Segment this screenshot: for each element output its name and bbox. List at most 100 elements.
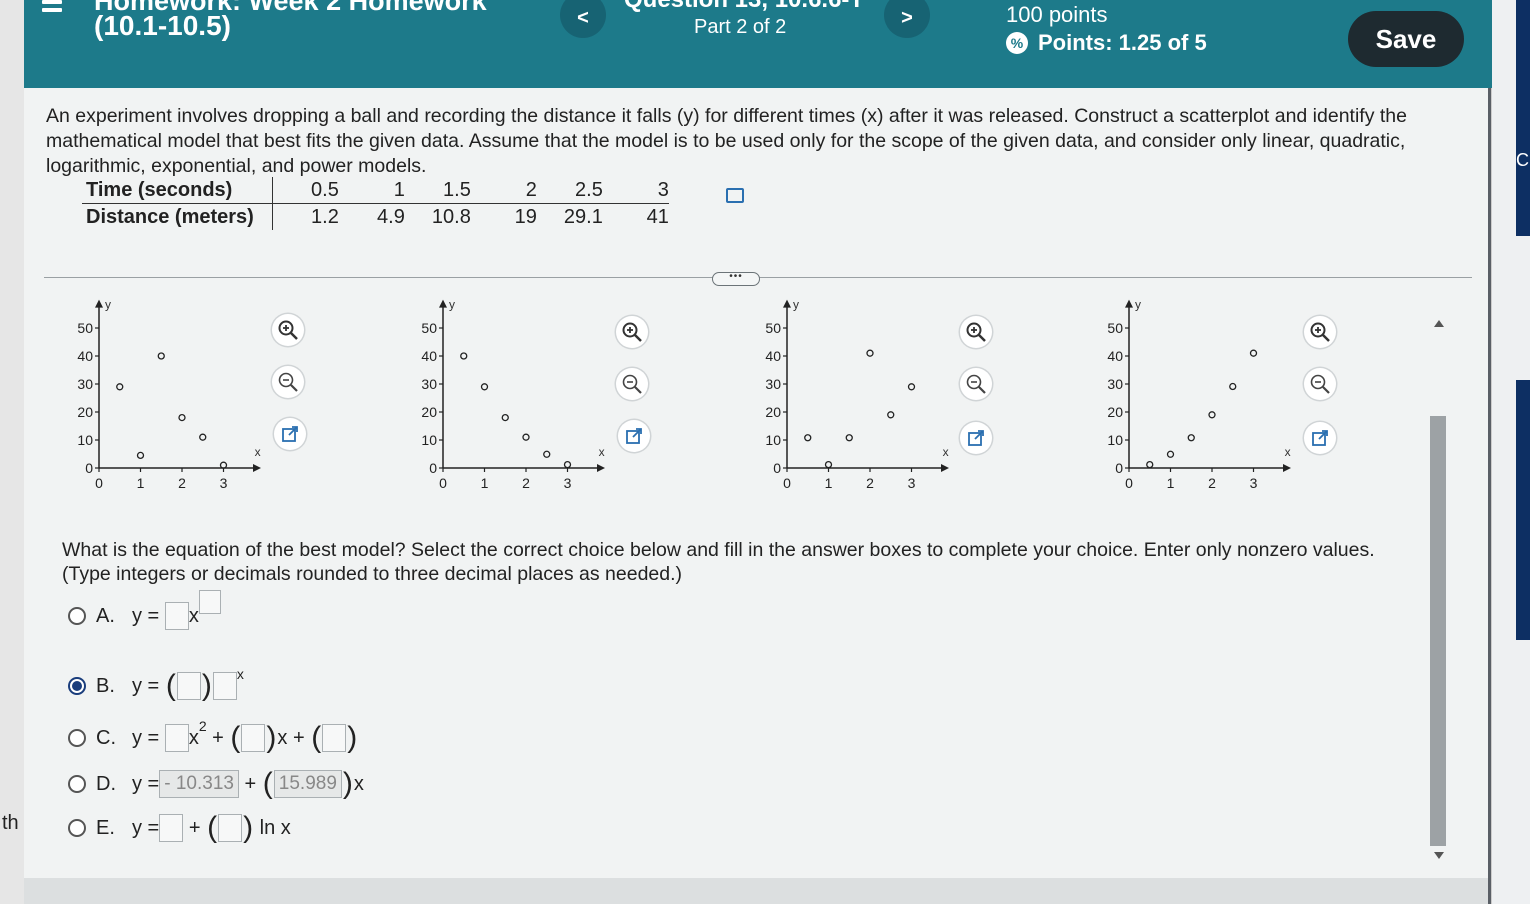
right-window-edge: C — [1491, 0, 1530, 904]
question-hint: (Type integers or decimals rounded to th… — [62, 563, 683, 585]
points-total: 100 points — [1006, 2, 1108, 27]
y-tick-label: 10 — [1107, 432, 1123, 448]
zoom-out-icon[interactable] — [1304, 368, 1336, 400]
choice-d[interactable]: D. y = - 10.313 + (15.989) x — [68, 769, 364, 799]
homework-subtitle: (10.1-10.5) — [94, 10, 231, 41]
choice-c-x: x — [188, 726, 199, 749]
x-tick-label: 2 — [178, 475, 186, 491]
time-cell: 3 — [602, 177, 669, 204]
scrollbar[interactable] — [1428, 316, 1450, 876]
y-tick-label: 0 — [1115, 460, 1123, 476]
y-tick-label: 50 — [1107, 320, 1123, 336]
next-question-button[interactable]: > — [884, 0, 930, 38]
graph-option-1[interactable]: x y 50 40 30 20 10 0 0 1 2 3 — [64, 297, 304, 510]
choice-a[interactable]: A. y = x — [68, 590, 221, 630]
answer-box-c-b[interactable] — [241, 724, 266, 752]
answer-box-e-b[interactable] — [218, 814, 243, 842]
data-point — [1187, 434, 1195, 442]
menu-icon[interactable] — [42, 0, 62, 22]
chevron-left-icon: < — [577, 6, 589, 29]
zoom-in-icon[interactable] — [1304, 316, 1336, 348]
zoom-in-icon[interactable] — [960, 316, 992, 348]
y-tick-label: 40 — [765, 348, 781, 364]
graph-option-2[interactable]: x y 50 40 30 20 10 0 0 1 2 3 — [408, 297, 648, 510]
open-external-icon[interactable] — [618, 420, 650, 452]
data-point — [563, 460, 572, 469]
data-point — [1229, 382, 1237, 391]
zoom-out-icon[interactable] — [960, 368, 992, 400]
distance-cell: 19 — [514, 205, 537, 228]
y-tick-label: 10 — [421, 432, 437, 448]
time-row: Time (seconds) 0.5 1 1.5 2 2.5 3 — [82, 177, 669, 204]
graph-option-3[interactable]: x y 50 40 30 20 10 0 0 1 2 3 — [752, 297, 992, 510]
y-axis-arrow — [783, 299, 791, 308]
choice-e-radio[interactable] — [68, 819, 86, 837]
x-tick-label: 2 — [522, 475, 530, 491]
open-external-icon[interactable] — [274, 418, 306, 450]
data-point — [199, 433, 207, 441]
choice-b[interactable]: B. y = () x — [68, 666, 244, 701]
choice-d-plus: + — [244, 772, 257, 795]
y-tick-label: 30 — [77, 376, 93, 392]
answer-box-a-coefficient[interactable] — [164, 602, 189, 630]
choice-c-letter: C. — [96, 726, 116, 749]
answer-box-b-base[interactable] — [212, 672, 237, 700]
answer-box-d-slope: 15.989 — [273, 770, 342, 798]
zoom-out-icon[interactable] — [272, 366, 304, 398]
choice-e[interactable]: E. y = + () ln x — [68, 813, 291, 843]
open-external-icon[interactable] — [1304, 422, 1336, 454]
choice-b-radio[interactable] — [68, 677, 86, 695]
right-edge-panel-bottom — [1516, 380, 1530, 640]
y-tick-label: 50 — [765, 320, 781, 336]
y-tick-label: 20 — [1107, 404, 1123, 420]
time-cell: 2 — [470, 177, 537, 204]
copy-data-icon[interactable] — [726, 188, 744, 203]
save-button[interactable]: Save — [1348, 11, 1464, 67]
open-external-icon[interactable] — [960, 422, 992, 454]
answer-box-a-exponent[interactable] — [198, 590, 221, 614]
choice-a-radio[interactable] — [68, 607, 86, 625]
answer-box-b-coefficient[interactable] — [176, 672, 201, 700]
zoom-in-icon[interactable] — [616, 316, 648, 348]
y-tick-label: 30 — [1107, 376, 1123, 392]
scroll-down-icon[interactable] — [1434, 852, 1444, 859]
answer-box-c-c[interactable] — [322, 724, 347, 752]
expand-handle[interactable]: ••• — [712, 272, 760, 286]
x-axis-label: x — [599, 445, 605, 459]
scroll-up-icon[interactable] — [1434, 320, 1444, 327]
time-cell: 2.5 — [536, 177, 603, 204]
answer-box-c-a[interactable] — [164, 724, 189, 752]
scroll-thumb[interactable] — [1430, 416, 1446, 846]
x-axis-arrow — [1283, 464, 1291, 472]
choice-c[interactable]: C. y = x2 + () x + () — [68, 718, 358, 753]
question-prompt: What is the equation of the best model? … — [62, 538, 1432, 586]
data-point — [543, 450, 551, 458]
x-tick-label: 3 — [564, 475, 572, 491]
x-tick-label: 1 — [825, 475, 833, 491]
y-axis-arrow — [439, 299, 447, 308]
previous-question-button[interactable]: < — [560, 0, 606, 38]
time-cell: 0.5 — [272, 177, 339, 204]
choice-d-radio[interactable] — [68, 775, 86, 793]
graph-option-4[interactable]: x y 50 40 30 20 10 0 0 1 2 3 — [1094, 297, 1334, 510]
x-tick-label: 2 — [1208, 475, 1216, 491]
problem-statement: An experiment involves dropping a ball a… — [46, 105, 1407, 177]
x-tick-label: 3 — [908, 475, 916, 491]
data-point — [116, 383, 124, 391]
answer-box-e-a[interactable] — [159, 814, 184, 842]
choice-b-letter: B. — [96, 674, 115, 697]
data-point — [845, 434, 853, 442]
zoom-out-icon[interactable] — [616, 368, 648, 400]
data-point — [522, 433, 530, 441]
x-tick-label: 0 — [1125, 475, 1133, 491]
choice-e-yeq: y = — [132, 816, 160, 839]
y-tick-label: 50 — [77, 320, 93, 336]
data-point — [907, 383, 916, 391]
x-tick-label: 2 — [866, 475, 874, 491]
choice-c-radio[interactable] — [68, 729, 86, 747]
zoom-in-icon[interactable] — [272, 314, 304, 346]
data-point — [1249, 349, 1258, 357]
x-tick-label: 1 — [1167, 475, 1175, 491]
x-tick-label: 1 — [137, 475, 145, 491]
right-edge-text: C — [1516, 150, 1530, 171]
